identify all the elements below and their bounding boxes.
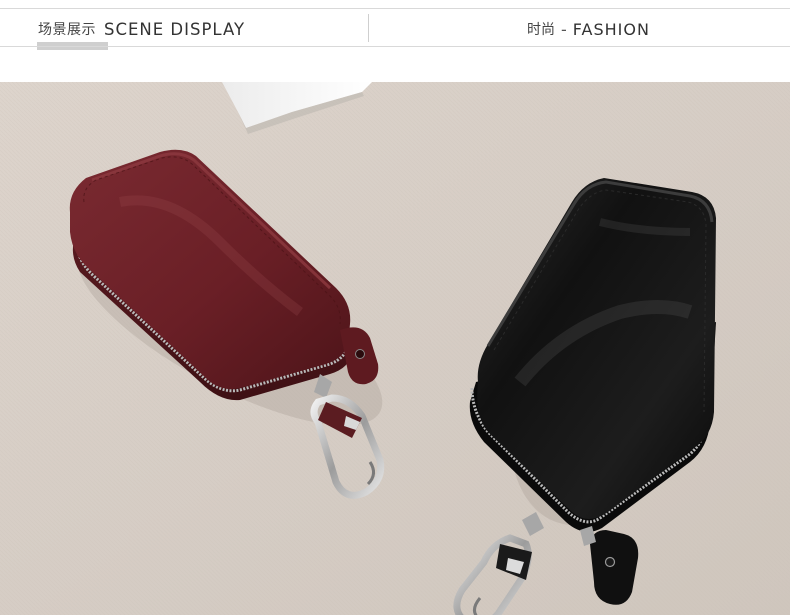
product-scene-photo bbox=[0, 82, 790, 615]
header-bottom-rule bbox=[0, 46, 790, 47]
section-title-en: SCENE DISPLAY bbox=[104, 19, 246, 39]
section-title-cn: 场景展示 bbox=[38, 22, 96, 38]
section-subtitle: 时尚 - FASHION bbox=[527, 16, 650, 42]
header-top-rule bbox=[0, 8, 790, 9]
section-subtitle-separator: - bbox=[561, 19, 567, 39]
section-title: 场景展示 SCENE DISPLAY bbox=[38, 16, 245, 42]
section-header: 场景展示 SCENE DISPLAY 时尚 - FASHION bbox=[0, 0, 790, 82]
section-subtitle-cn: 时尚 bbox=[527, 22, 555, 38]
header-divider bbox=[368, 14, 369, 42]
section-subtitle-en: FASHION bbox=[572, 19, 650, 39]
